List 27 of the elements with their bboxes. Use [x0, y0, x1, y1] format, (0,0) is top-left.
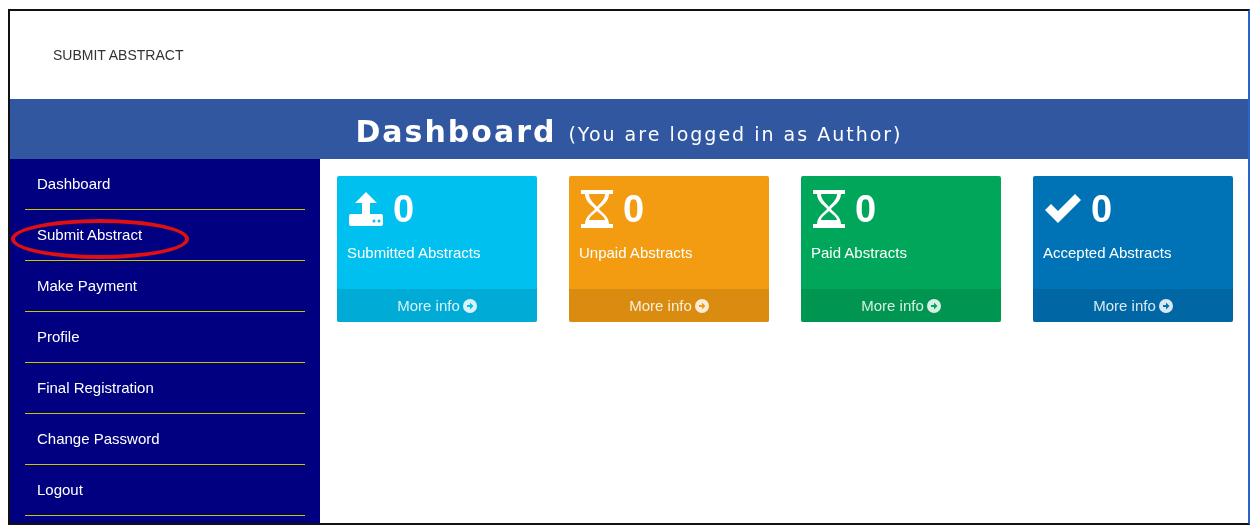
stat-count: 0 — [393, 187, 415, 231]
stat-label: Submitted Abstracts — [347, 244, 481, 261]
login-status: (You are logged in as Author) — [568, 123, 903, 145]
sidebar-item[interactable]: Profile — [25, 312, 305, 363]
sidebar-item[interactable]: Change Password — [25, 414, 305, 465]
check-icon — [1043, 192, 1083, 226]
sidebar-item[interactable]: Dashboard — [25, 159, 305, 210]
arrow-circle-icon — [1158, 298, 1173, 313]
stat-count: 0 — [623, 187, 645, 231]
stat-count: 0 — [855, 187, 877, 231]
stat-count: 0 — [1091, 187, 1113, 231]
page-title: SUBMIT ABSTRACT — [53, 47, 184, 63]
stat-label: Paid Abstracts — [811, 244, 907, 261]
stat-label: Accepted Abstracts — [1043, 244, 1172, 261]
arrow-circle-icon — [926, 298, 941, 313]
sidebar-item[interactable]: Logout — [25, 465, 305, 516]
hourglass-icon — [811, 189, 847, 229]
hourglass-icon — [579, 189, 615, 229]
stat-label: Unpaid Abstracts — [579, 244, 693, 261]
arrow-circle-icon — [694, 298, 709, 313]
arrow-circle-icon — [462, 298, 477, 313]
sidebar-item[interactable]: Final Registration — [25, 363, 305, 414]
more-info-link[interactable]: More info — [1033, 289, 1233, 322]
dashboard-title: Dashboard — [355, 113, 557, 149]
upload-icon — [347, 190, 385, 228]
sidebar-item[interactable]: Submit Abstract — [25, 210, 305, 261]
sidebar-item[interactable]: Make Payment — [25, 261, 305, 312]
